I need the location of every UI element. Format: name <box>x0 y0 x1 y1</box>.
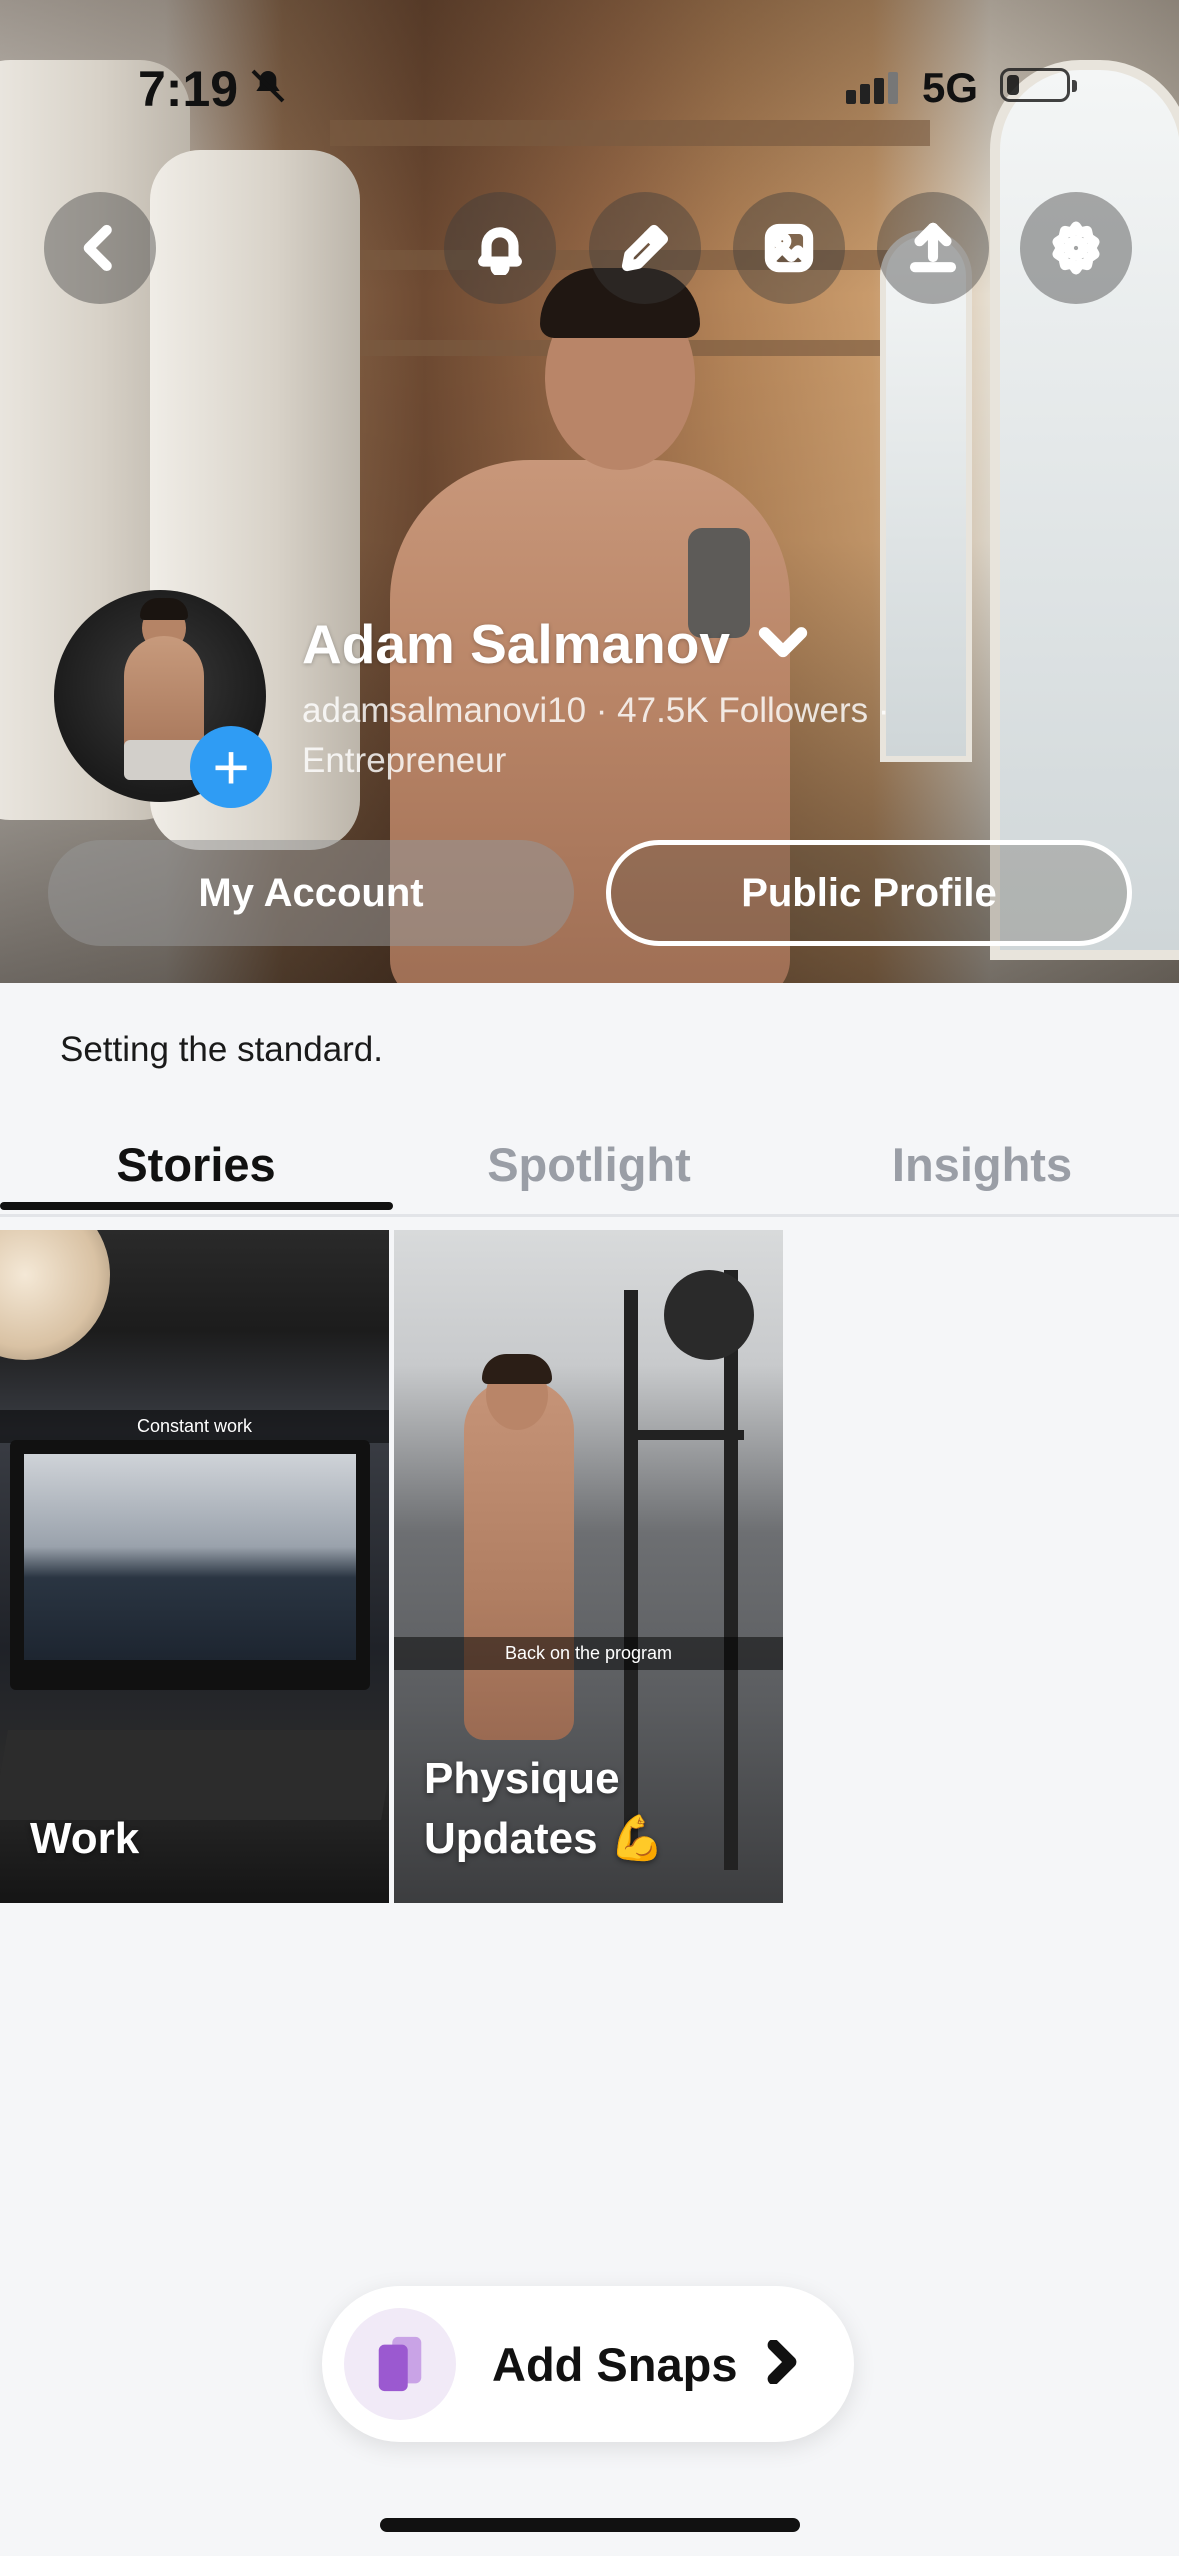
silent-mode-icon <box>248 66 288 116</box>
notifications-button[interactable] <box>444 192 556 304</box>
profile-bio: Setting the standard. <box>60 1030 383 1069</box>
my-account-button[interactable]: My Account <box>48 840 574 946</box>
battery-icon <box>1000 68 1077 102</box>
snaps-stack-icon <box>344 2308 456 2420</box>
profile-category: Entrepreneur <box>302 741 507 780</box>
story-title-line: Physique <box>424 1754 620 1803</box>
monitor <box>10 1440 370 1690</box>
arched-window <box>880 230 972 762</box>
edit-button[interactable] <box>589 192 701 304</box>
bell-icon <box>478 227 522 275</box>
keyboard <box>0 1730 389 1820</box>
add-story-button[interactable]: + <box>190 726 272 808</box>
gear-icon <box>1052 221 1100 275</box>
username-followers: adamsalmanovi10 · 47.5K Followers · <box>302 691 890 730</box>
ceiling-beam <box>330 120 930 146</box>
gym-rack <box>724 1270 738 1870</box>
tab-stories[interactable]: Stories <box>0 1137 392 1192</box>
active-tab-indicator <box>0 1202 393 1210</box>
image-icon <box>764 223 814 273</box>
share-icon <box>909 222 957 273</box>
public-profile-button[interactable]: Public Profile <box>606 840 1132 946</box>
settings-button[interactable] <box>1020 192 1132 304</box>
network-label: 5G <box>922 64 979 111</box>
profile-name-row[interactable]: Adam Salmanov <box>302 612 808 676</box>
tab-insights[interactable]: Insights <box>786 1137 1178 1192</box>
story-caption: Constant work <box>0 1410 389 1443</box>
chevron-down-icon[interactable] <box>758 612 808 676</box>
back-icon <box>83 224 112 272</box>
status-time: 7:19 <box>138 61 239 117</box>
back-button[interactable] <box>44 192 156 304</box>
change-background-button[interactable] <box>733 192 845 304</box>
story-title-line: Work <box>30 1814 140 1863</box>
profile-hero: 7:19 5G + Adam Salmanov adamsalmanovi10 … <box>0 0 1179 983</box>
chevron-right-icon <box>767 2338 797 2389</box>
home-indicator[interactable] <box>380 2518 800 2532</box>
story-person-hair <box>482 1354 552 1384</box>
signal-icon <box>846 72 902 104</box>
add-snaps-label: Add Snaps <box>492 2337 738 2391</box>
story-title: Work <box>30 1809 139 1869</box>
profile-name: Adam Salmanov <box>302 613 730 675</box>
ring-light <box>0 1230 110 1360</box>
profile-meta: adamsalmanovi10 · 47.5K Followers · Entr… <box>302 686 889 786</box>
add-snaps-button[interactable]: Add Snaps <box>322 2286 854 2442</box>
story-caption: Back on the program <box>394 1637 783 1670</box>
story-title: Physique Updates 💪 <box>424 1749 665 1869</box>
share-button[interactable] <box>877 192 989 304</box>
tab-spotlight[interactable]: Spotlight <box>393 1137 785 1192</box>
story-tile-work[interactable]: Constant work Work <box>0 1230 389 1903</box>
gym-ball <box>664 1270 754 1360</box>
story-tile-physique-updates[interactable]: Back on the program Physique Updates 💪 <box>394 1230 783 1903</box>
pencil-icon <box>621 224 669 272</box>
gym-rack <box>624 1430 744 1440</box>
plus-icon: + <box>212 731 250 803</box>
story-title-line: Updates 💪 <box>424 1814 665 1863</box>
story-person <box>464 1380 574 1740</box>
